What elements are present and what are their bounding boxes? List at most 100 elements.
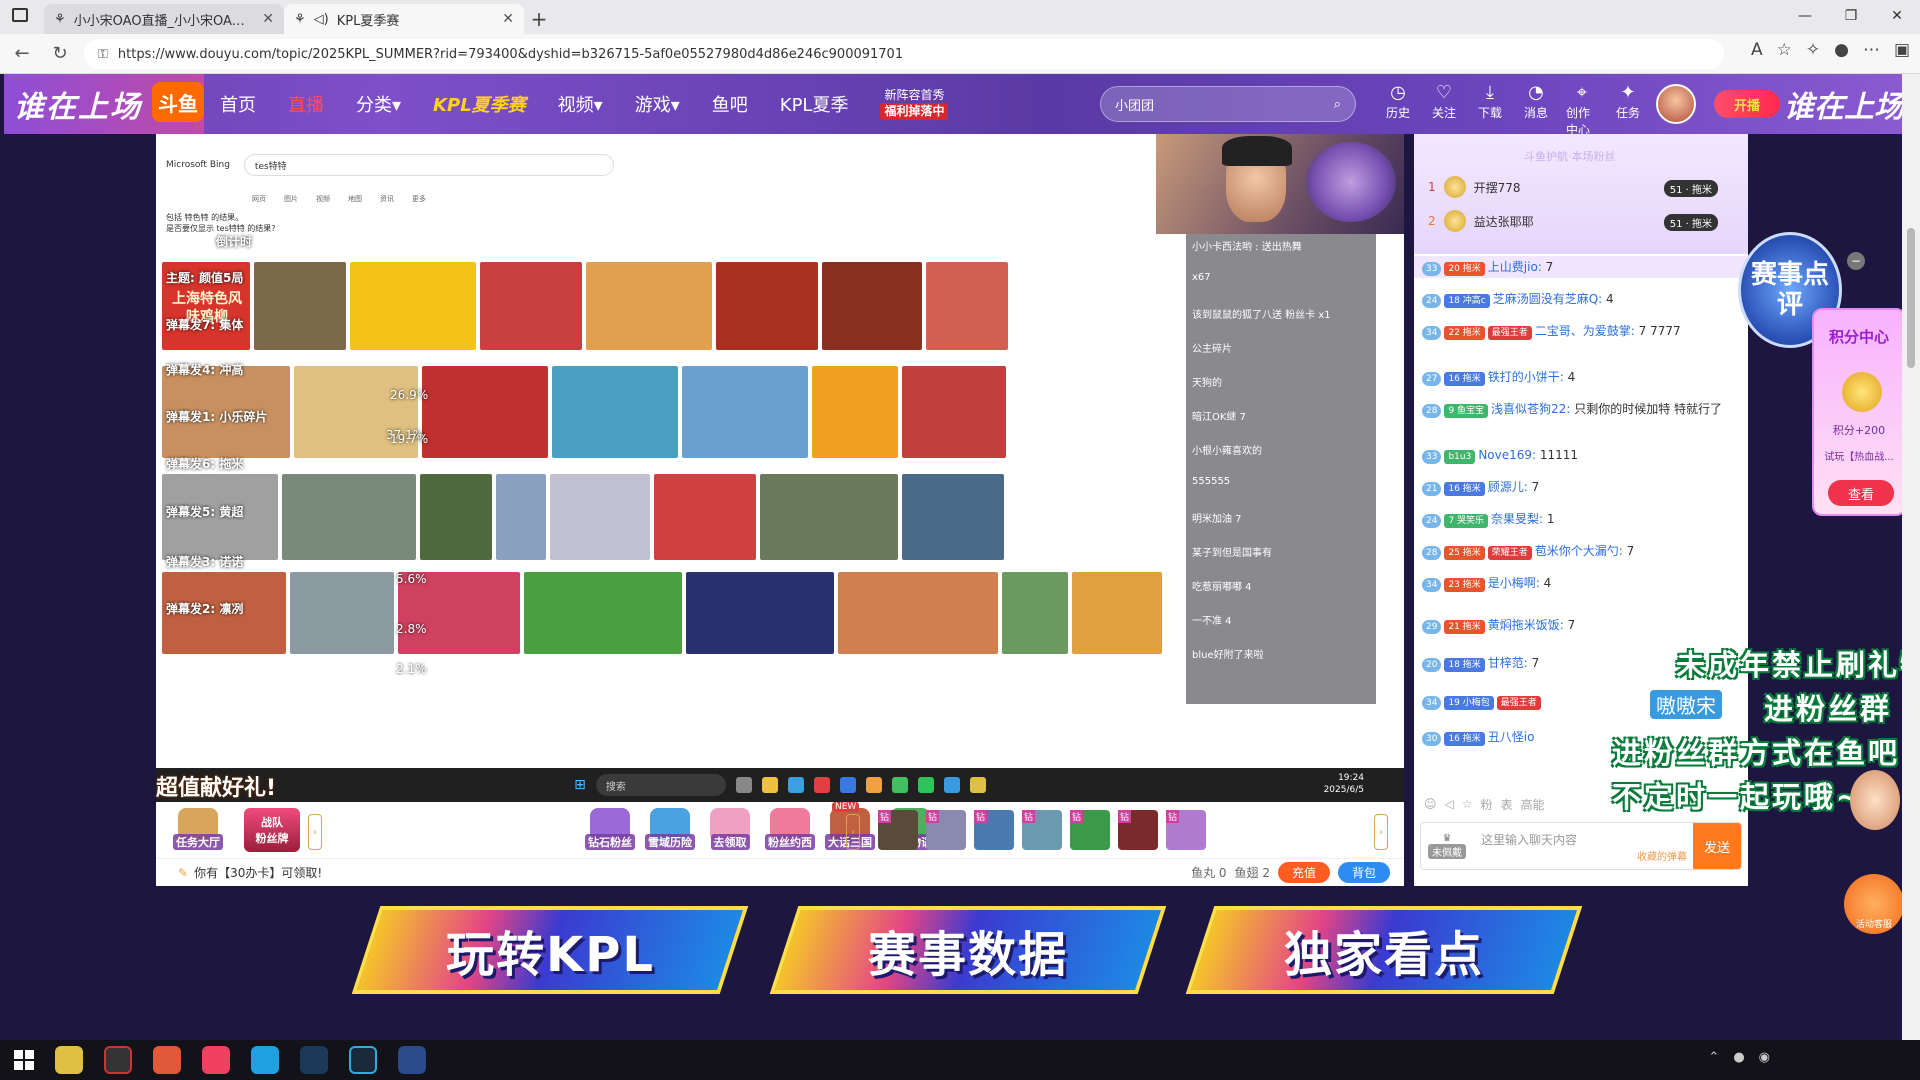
image-thumbnail[interactable] <box>686 572 834 654</box>
nav-yuba[interactable]: 鱼吧 <box>712 91 748 117</box>
nav-live[interactable]: 直播 <box>288 91 324 117</box>
nav-video[interactable]: 视频▾ <box>558 91 603 117</box>
activity-button[interactable]: 粉丝约西 <box>765 808 815 850</box>
app-icon[interactable] <box>349 1046 377 1074</box>
gift-item[interactable]: 钻 <box>878 810 918 850</box>
gift-item[interactable]: 钻 <box>974 810 1014 850</box>
chat-nickname[interactable]: 丑八怪io <box>1488 730 1535 744</box>
chat-message[interactable]: 24 7 哭笑乐 奈果旻梨: 1 <box>1422 508 1738 530</box>
nav-home[interactable]: 首页 <box>220 91 256 117</box>
gift-item[interactable]: 钻 <box>926 810 966 850</box>
close-icon[interactable]: − <box>1847 252 1865 270</box>
chat-nickname[interactable]: 芝麻汤圆没有芝麻Q: <box>1493 292 1603 306</box>
nav-kpl-summer[interactable]: KPL夏季赛 <box>433 91 526 117</box>
promo-link[interactable]: 新阵容首秀 福利掉落中 <box>880 88 949 120</box>
image-thumbnail[interactable] <box>902 366 1006 458</box>
read-aloud-icon[interactable]: A <box>1751 40 1763 60</box>
banner-match-data[interactable]: 赛事数据 <box>769 906 1167 994</box>
history-button[interactable]: ◷ 历史 <box>1382 82 1414 138</box>
gift-item[interactable]: 钻 <box>1070 810 1110 850</box>
activity-button[interactable]: 去领取 <box>706 808 754 850</box>
expand-arrow-button[interactable]: › <box>846 814 860 850</box>
scroll-thumb[interactable] <box>1907 228 1915 368</box>
close-window-button[interactable]: ✕ <box>1874 0 1920 32</box>
chat-nickname[interactable]: 奈果旻梨: <box>1491 512 1543 526</box>
expand-arrow-button[interactable]: › <box>308 814 322 850</box>
chat-nickname[interactable]: Nove169: <box>1478 448 1536 462</box>
image-thumbnail[interactable] <box>350 262 476 350</box>
chat-nickname[interactable]: 铁打的小饼干: <box>1488 370 1564 384</box>
send-button[interactable]: 发送 <box>1693 823 1741 869</box>
chat-tool-button[interactable]: ☺ <box>1424 797 1437 811</box>
app-icon[interactable] <box>202 1046 230 1074</box>
app-icon[interactable] <box>55 1046 83 1074</box>
follow-button[interactable]: ♡ 关注 <box>1428 82 1460 138</box>
task-hall-button[interactable]: 任务大厅 <box>173 808 223 850</box>
search-input[interactable]: 小团团 ⌕ <box>1100 86 1356 122</box>
chat-message[interactable]: 24 18 冲高c 芝麻汤圆没有芝麻Q: 4 <box>1422 288 1738 310</box>
nav-kpl[interactable]: KPL夏季 <box>780 91 849 117</box>
chat-message[interactable]: 34 22 拖米 最强王者 二宝哥、为爱鼓掌: 7 7777 <box>1422 320 1738 342</box>
image-thumbnail[interactable] <box>1002 572 1068 654</box>
image-thumbnail[interactable] <box>716 262 818 350</box>
expand-arrow-button[interactable]: › <box>1374 814 1388 850</box>
chat-nickname[interactable]: 上山费jio: <box>1488 260 1542 274</box>
chat-message[interactable]: 27 16 拖米 铁打的小饼干: 4 <box>1422 366 1738 388</box>
notice-text[interactable]: 你有【30办卡】可领取! <box>194 864 322 881</box>
backpack-button[interactable]: 背包 <box>1337 862 1390 883</box>
search-icon[interactable]: ⌕ <box>1334 97 1341 112</box>
open-stream-button[interactable]: 开播 <box>1714 90 1780 118</box>
image-thumbnail[interactable] <box>682 366 808 458</box>
image-thumbnail[interactable] <box>838 572 998 654</box>
avatar[interactable] <box>1656 84 1696 124</box>
chat-message[interactable]: 28 25 拖米 荣耀王者 苞米你个大漏勺: 7 <box>1422 540 1738 562</box>
restore-button[interactable]: ❐ <box>1828 0 1874 32</box>
nav-game[interactable]: 游戏▾ <box>635 91 680 117</box>
gift-item[interactable]: 钻 <box>1022 810 1062 850</box>
page-scrollbar[interactable] <box>1902 74 1920 1040</box>
close-icon[interactable]: ✕ <box>502 11 514 27</box>
chat-input[interactable]: 这里输入聊天内容 收藏的弹幕 <box>1473 823 1693 869</box>
sidebar-icon[interactable]: ▣ <box>1894 40 1910 60</box>
chevron-up-icon[interactable]: ⌃ <box>1708 1050 1719 1065</box>
image-thumbnail[interactable] <box>552 366 678 458</box>
image-thumbnail[interactable] <box>290 572 394 654</box>
chat-message[interactable]: 21 16 拖米 顾源儿: 7 <box>1422 476 1738 498</box>
app-icon[interactable] <box>398 1046 426 1074</box>
chat-nickname[interactable]: 黄焖拖米饭饭: <box>1488 618 1564 632</box>
steam-tray-icon[interactable]: ◉ <box>1759 1050 1770 1065</box>
video-player[interactable]: Microsoft Bing tes特特 网页 图片 视频 地图 资讯 更多 包括 特色特… <box>156 134 1404 802</box>
image-thumbnail[interactable] <box>496 474 546 560</box>
banner-exclusive[interactable]: 独家看点 <box>1185 906 1583 994</box>
recharge-button[interactable]: 充值 <box>1277 862 1330 883</box>
image-thumbnail[interactable] <box>586 262 712 350</box>
image-thumbnail[interactable] <box>760 474 898 560</box>
image-thumbnail[interactable] <box>926 262 1008 350</box>
speaker-icon[interactable]: ◁) <box>314 12 329 27</box>
image-thumbnail[interactable] <box>254 262 346 350</box>
tab-stream[interactable]: ⚘ 小小宋OAO直播_小小宋OAO直播 ✕ <box>44 4 284 34</box>
chat-nickname[interactable]: 顾源儿: <box>1488 480 1528 494</box>
image-thumbnail[interactable] <box>822 262 922 350</box>
mic-icon[interactable]: ● <box>1733 1050 1744 1065</box>
new-tab-button[interactable]: + <box>524 4 554 34</box>
tab-actions-icon[interactable] <box>12 8 28 22</box>
activity-button[interactable]: 钻石粉丝 <box>585 808 635 850</box>
gift-item[interactable]: 钻 <box>1166 810 1206 850</box>
chat-message[interactable]: 33 b1u3 Nove169: 11111 <box>1422 444 1738 466</box>
image-thumbnail[interactable] <box>812 366 898 458</box>
image-thumbnail[interactable] <box>282 474 416 560</box>
chat-tool-button[interactable]: 表 <box>1501 796 1513 813</box>
view-button[interactable]: 查看 <box>1828 480 1894 506</box>
gift-item[interactable]: 钻 <box>1118 810 1158 850</box>
chat-message[interactable]: 34 23 拖米 是小梅啊: 4 <box>1422 572 1738 594</box>
douyu-logo[interactable]: 斗鱼 <box>152 82 204 122</box>
badge-selector[interactable]: ♛ 未佩戴 <box>1421 823 1473 869</box>
tab-kpl[interactable]: ⚘ ◁) KPL夏季赛 ✕ <box>284 4 524 34</box>
minimize-button[interactable]: — <box>1782 0 1828 32</box>
task-button[interactable]: ✦ 任务 <box>1612 82 1644 138</box>
image-thumbnail[interactable] <box>524 572 682 654</box>
rank-item[interactable]: 2 益达张耶耶 <box>1428 210 1534 232</box>
reload-button[interactable]: ↻ <box>44 38 76 70</box>
chat-tool-button[interactable]: ◁ <box>1445 797 1454 811</box>
